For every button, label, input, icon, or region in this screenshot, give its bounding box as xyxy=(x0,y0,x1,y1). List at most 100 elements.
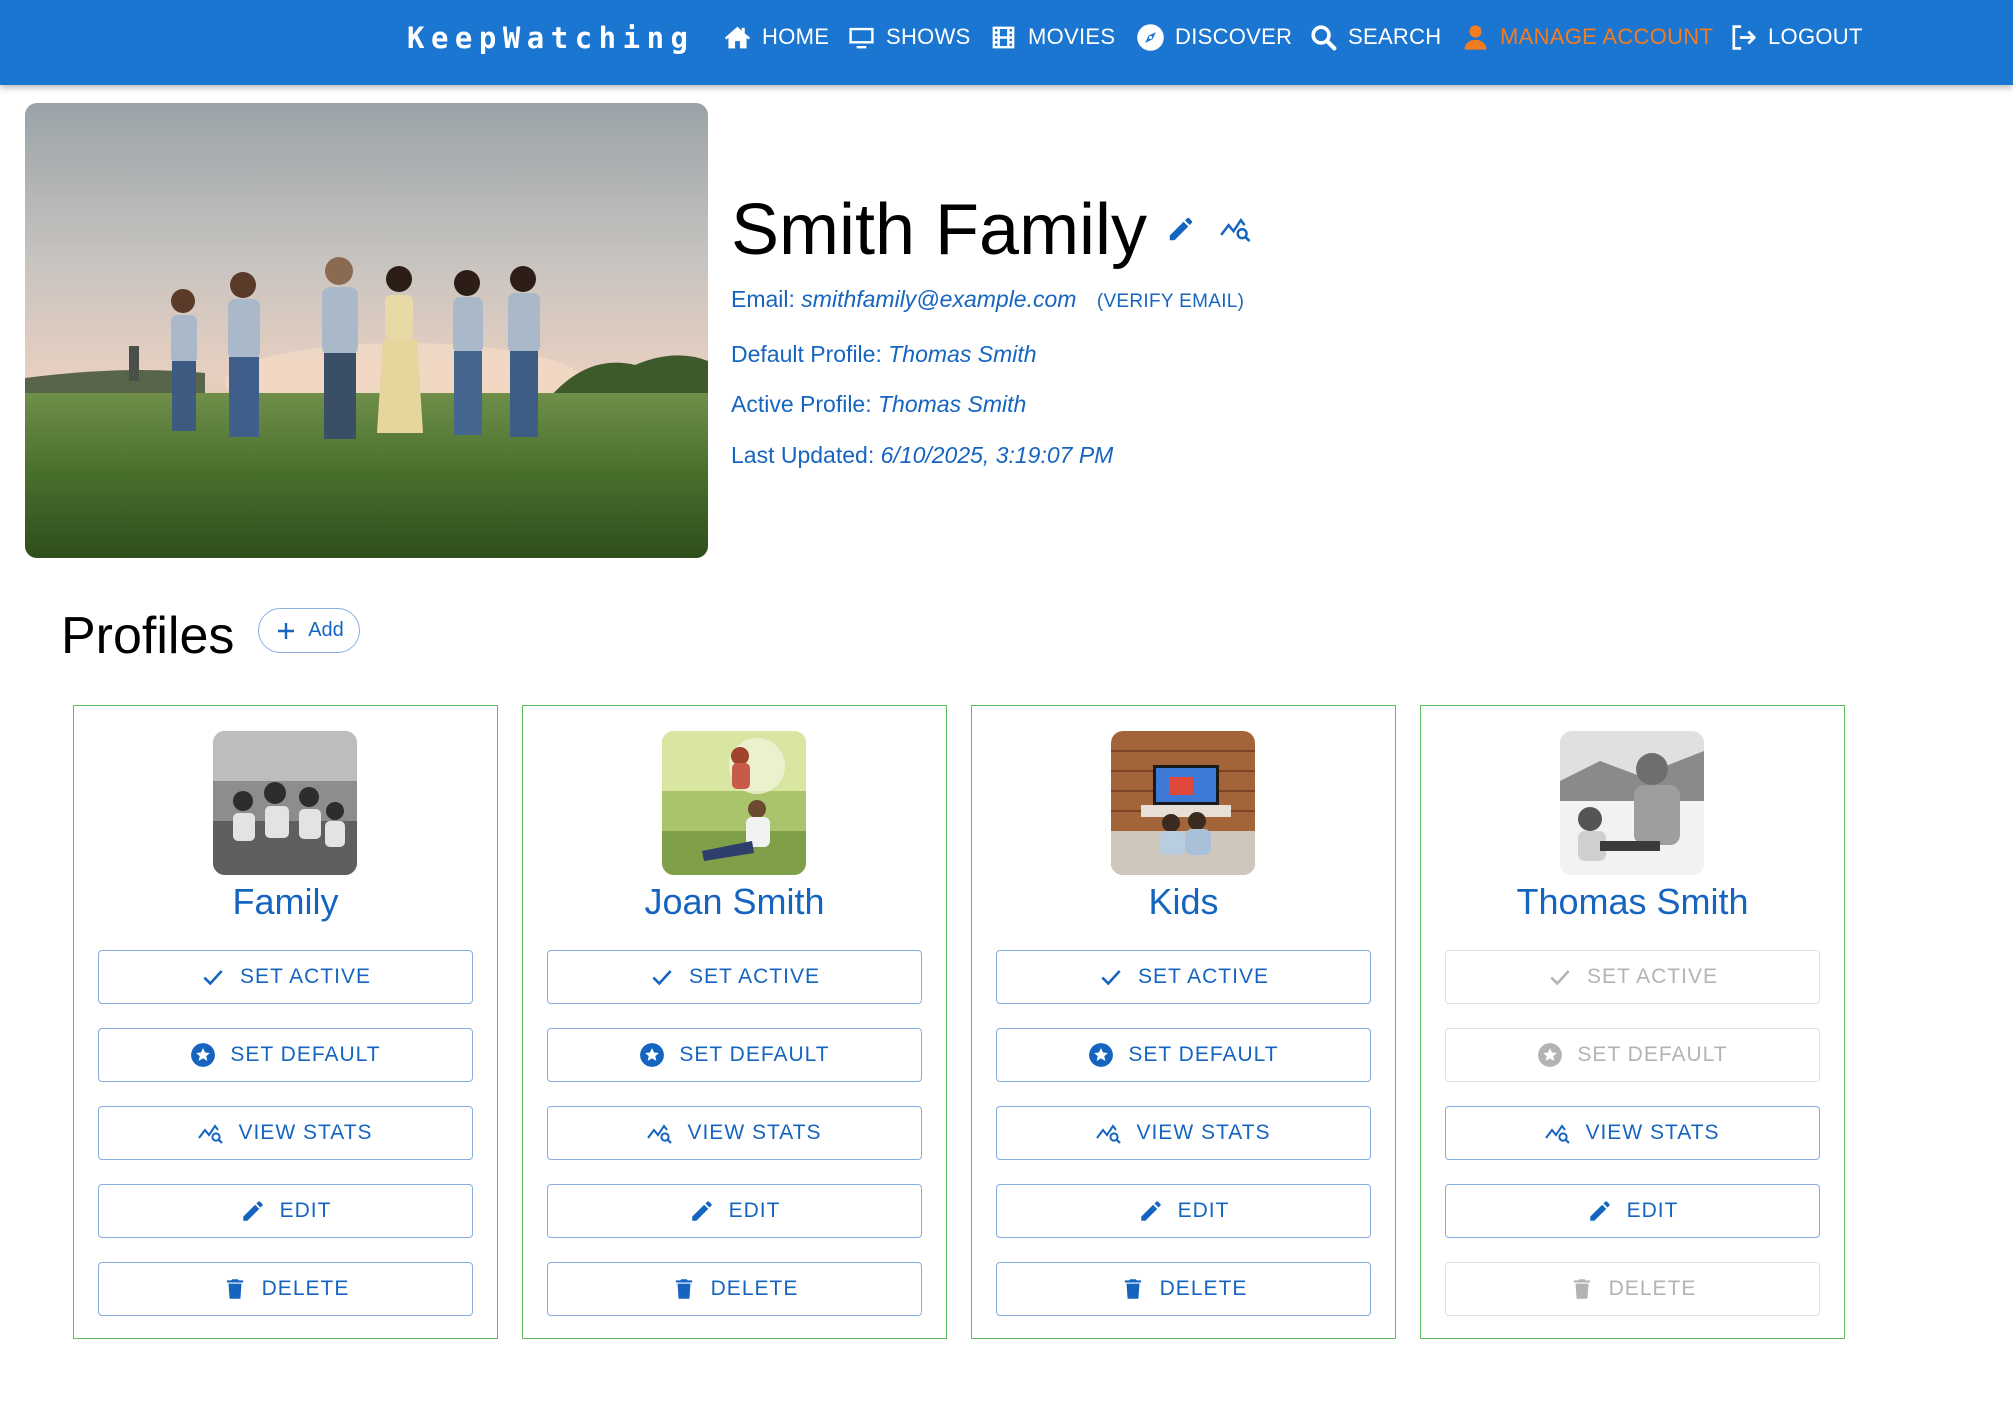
home-icon xyxy=(722,22,752,52)
delete-label: DELETE xyxy=(1608,1277,1697,1300)
search-icon xyxy=(1308,22,1338,52)
set-default-label: SET DEFAULT xyxy=(230,1043,381,1066)
edit-button[interactable]: EDIT xyxy=(547,1184,922,1238)
delete-label: DELETE xyxy=(1159,1277,1248,1300)
account-email: smithfamily@example.com xyxy=(801,286,1077,312)
delete-button[interactable]: DELETE xyxy=(547,1262,922,1316)
default-profile-value: Thomas Smith xyxy=(888,341,1037,367)
nav-search-label: SEARCH xyxy=(1348,24,1442,49)
query-stats-icon xyxy=(1220,218,1251,243)
star-circle-icon xyxy=(640,1043,665,1067)
nav-discover-label: DISCOVER xyxy=(1175,24,1293,49)
set-default-label: SET DEFAULT xyxy=(1128,1043,1279,1066)
nav-movies[interactable]: MOVIES xyxy=(988,18,1115,56)
plus-icon xyxy=(278,622,295,639)
profile-card-family: Family SET ACTIVE SET DEFAULT VIEW STATS… xyxy=(73,705,498,1339)
edit-label: EDIT xyxy=(1177,1199,1230,1222)
brand-logo[interactable]: KeepWatching xyxy=(407,18,695,58)
email-label: Email: xyxy=(731,286,795,312)
edit-button[interactable]: EDIT xyxy=(996,1184,1371,1238)
logout-icon xyxy=(1728,22,1758,52)
set-default-button[interactable]: SET DEFAULT xyxy=(547,1028,922,1082)
nav-manage-account-label: MANAGE ACCOUNT xyxy=(1500,24,1714,49)
set-active-button: SET ACTIVE xyxy=(1445,950,1820,1004)
edit-button[interactable]: EDIT xyxy=(1445,1184,1820,1238)
verify-email-button[interactable]: (VERIFY EMAIL) xyxy=(1097,291,1244,312)
pencil-icon xyxy=(1169,217,1193,241)
edit-account-button[interactable] xyxy=(1166,214,1196,244)
edit-label: EDIT xyxy=(728,1199,781,1222)
profile-avatar xyxy=(1560,731,1704,875)
trash-icon xyxy=(675,1279,692,1299)
set-active-label: SET ACTIVE xyxy=(1138,965,1269,988)
set-active-label: SET ACTIVE xyxy=(1587,965,1718,988)
nav-discover[interactable]: DISCOVER xyxy=(1135,18,1292,56)
active-profile-value: Thomas Smith xyxy=(878,391,1027,417)
last-updated-line: Last Updated: 6/10/2025, 3:19:07 PM xyxy=(731,442,1113,469)
profile-name: Joan Smith xyxy=(644,881,825,922)
active-profile-line: Active Profile: Thomas Smith xyxy=(731,391,1026,418)
edit-button[interactable]: EDIT xyxy=(98,1184,473,1238)
nav-home-label: HOME xyxy=(762,24,830,49)
set-default-label: SET DEFAULT xyxy=(1577,1043,1728,1066)
trash-icon xyxy=(1573,1279,1590,1299)
view-stats-button[interactable]: VIEW STATS xyxy=(98,1106,473,1160)
person-icon xyxy=(1460,22,1490,52)
view-stats-button[interactable]: VIEW STATS xyxy=(547,1106,922,1160)
nav-search[interactable]: SEARCH xyxy=(1308,18,1442,56)
trash-icon xyxy=(226,1279,243,1299)
delete-label: DELETE xyxy=(261,1277,350,1300)
check-icon xyxy=(652,970,672,986)
query-stats-icon xyxy=(198,1124,224,1144)
nav-logout[interactable]: LOGOUT xyxy=(1728,18,1863,56)
nav-movies-label: MOVIES xyxy=(1028,24,1116,49)
film-icon xyxy=(988,22,1018,52)
query-stats-icon xyxy=(1545,1124,1571,1144)
profile-name: Kids xyxy=(1148,881,1219,922)
top-navbar: KeepWatching HOME SHOWS MOVIES DISCOVER … xyxy=(0,0,2013,85)
default-profile-label: Default Profile: xyxy=(731,341,882,367)
check-icon xyxy=(1550,970,1570,986)
edit-label: EDIT xyxy=(1626,1199,1679,1222)
set-active-button[interactable]: SET ACTIVE xyxy=(996,950,1371,1004)
set-active-button[interactable]: SET ACTIVE xyxy=(547,950,922,1004)
star-circle-icon xyxy=(1538,1043,1563,1067)
nav-shows[interactable]: SHOWS xyxy=(846,18,971,56)
nav-home[interactable]: HOME xyxy=(722,18,829,56)
account-name: Smith Family xyxy=(731,190,1148,270)
profile-card-thomas-smith: Thomas Smith SET ACTIVE SET DEFAULT VIEW… xyxy=(1420,705,1845,1339)
query-stats-icon xyxy=(647,1124,673,1144)
profile-avatar xyxy=(662,731,806,875)
delete-button[interactable]: DELETE xyxy=(98,1262,473,1316)
star-circle-icon xyxy=(191,1043,216,1067)
check-icon xyxy=(203,970,223,986)
view-stats-button[interactable]: VIEW STATS xyxy=(1445,1106,1820,1160)
profiles-heading: Profiles xyxy=(61,607,235,665)
nav-shows-label: SHOWS xyxy=(886,24,971,49)
pencil-icon xyxy=(1589,1201,1610,1221)
profile-name: Thomas Smith xyxy=(1516,881,1749,922)
edit-label: EDIT xyxy=(279,1199,332,1222)
query-stats-icon xyxy=(1096,1124,1122,1144)
trash-icon xyxy=(1124,1279,1141,1299)
set-default-button: SET DEFAULT xyxy=(1445,1028,1820,1082)
account-email-line: Email: smithfamily@example.com (VERIFY E… xyxy=(731,286,1244,313)
set-active-button[interactable]: SET ACTIVE xyxy=(98,950,473,1004)
account-stats-button[interactable] xyxy=(1220,214,1252,244)
set-active-label: SET ACTIVE xyxy=(240,965,371,988)
last-updated-value: 6/10/2025, 3:19:07 PM xyxy=(880,442,1114,468)
star-circle-icon xyxy=(1089,1043,1114,1067)
profile-avatar xyxy=(213,731,357,875)
view-stats-button[interactable]: VIEW STATS xyxy=(996,1106,1371,1160)
set-default-button[interactable]: SET DEFAULT xyxy=(996,1028,1371,1082)
set-default-button[interactable]: SET DEFAULT xyxy=(98,1028,473,1082)
delete-button[interactable]: DELETE xyxy=(996,1262,1371,1316)
nav-manage-account[interactable]: MANAGE ACCOUNT xyxy=(1460,18,1713,56)
compass-icon xyxy=(1135,22,1165,52)
view-stats-label: VIEW STATS xyxy=(1585,1121,1720,1144)
delete-label: DELETE xyxy=(710,1277,799,1300)
set-default-label: SET DEFAULT xyxy=(679,1043,830,1066)
add-profile-label: Add xyxy=(308,619,344,641)
add-profile-button[interactable]: Add xyxy=(258,608,360,653)
nav-logout-label: LOGOUT xyxy=(1768,24,1863,49)
